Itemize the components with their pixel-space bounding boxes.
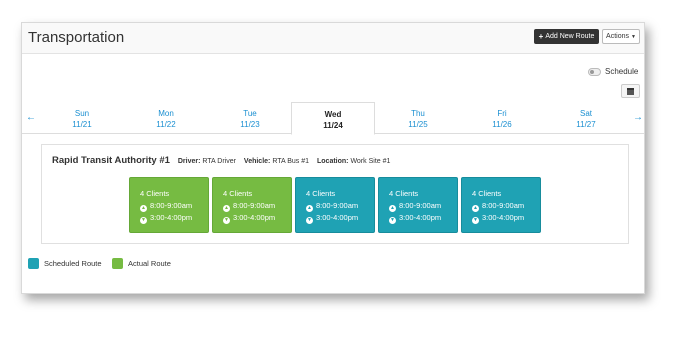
actual-legend-label: Actual Route: [128, 259, 171, 268]
day-name: Sat: [579, 109, 592, 118]
day-name: Sun: [74, 109, 90, 118]
pickup-time: ▲ 8:00-9:00am: [140, 200, 208, 212]
arrow-down-circle-icon: ▼: [140, 217, 147, 224]
arrow-right-icon[interactable]: →: [633, 112, 643, 123]
legend-scheduled: Scheduled Route: [28, 258, 102, 269]
plus-icon: +: [538, 32, 544, 41]
day-date: 11/21: [72, 120, 92, 129]
day-name: Wed: [324, 110, 342, 119]
dropoff-time: ▼ 3:00-4:00pm: [472, 212, 540, 224]
clients-count: 4 Clients: [389, 189, 419, 198]
schedule-label: Schedule: [605, 67, 639, 76]
route-panel: Rapid Transit Authority #1 Driver: RTA D…: [41, 144, 629, 244]
location-label: Location:: [317, 158, 349, 165]
day-date: 11/23: [240, 120, 260, 129]
day-tab-fri[interactable]: Fri 11/26: [460, 102, 544, 134]
actual-route-card[interactable]: 4 Clients ▲ 8:00-9:00am ▼ 3:00-4:00pm: [129, 177, 209, 233]
day-name: Tue: [243, 109, 257, 118]
page-title: Transportation: [28, 29, 125, 46]
pickup-time-value: 8:00-9:00am: [233, 201, 276, 210]
actual-swatch: [112, 258, 123, 269]
day-date: 11/26: [492, 120, 512, 129]
dropoff-time: ▼ 3:00-4:00pm: [223, 212, 291, 224]
route-header: Rapid Transit Authority #1 Driver: RTA D…: [52, 155, 396, 166]
actual-route-card[interactable]: 4 Clients ▲ 8:00-9:00am ▼ 3:00-4:00pm: [212, 177, 292, 233]
clients-count: 4 Clients: [472, 189, 502, 198]
arrow-down-circle-icon: ▼: [389, 217, 396, 224]
clients-count: 4 Clients: [223, 189, 253, 198]
arrow-up-circle-icon: ▲: [472, 205, 479, 212]
day-tab-tue[interactable]: Tue 11/23: [208, 102, 292, 134]
arrow-up-circle-icon: ▲: [140, 205, 147, 212]
day-name: Fri: [497, 109, 507, 118]
calendar-button[interactable]: [621, 84, 640, 98]
day-tab-mon[interactable]: Mon 11/22: [124, 102, 208, 134]
clients-count: 4 Clients: [306, 189, 336, 198]
pickup-time-value: 8:00-9:00am: [150, 201, 193, 210]
vehicle-value: RTA Bus #1: [272, 158, 310, 165]
pickup-time: ▲ 8:00-9:00am: [223, 200, 291, 212]
calendar-icon: [627, 87, 634, 95]
scheduled-swatch: [28, 258, 39, 269]
actions-dropdown-button[interactable]: Actions ▼: [602, 29, 640, 44]
arrow-down-circle-icon: ▼: [223, 217, 230, 224]
driver-value: RTA Driver: [202, 158, 236, 165]
clients-count: 4 Clients: [140, 189, 170, 198]
arrow-down-circle-icon: ▼: [306, 217, 313, 224]
day-date: 11/25: [408, 120, 428, 129]
pickup-time: ▲ 8:00-9:00am: [389, 200, 457, 212]
driver-label: Driver:: [177, 158, 201, 165]
add-new-route-label: Add New Route: [545, 33, 595, 40]
dropoff-time-value: 3:00-4:00pm: [150, 213, 193, 222]
scheduled-route-card[interactable]: 4 Clients ▲ 8:00-9:00am ▼ 3:00-4:00pm: [461, 177, 541, 233]
pickup-time-value: 8:00-9:00am: [399, 201, 442, 210]
actions-label: Actions: [606, 33, 629, 40]
caret-down-icon: ▼: [631, 33, 636, 40]
add-new-route-button[interactable]: + Add New Route: [534, 29, 599, 44]
arrow-left-icon[interactable]: ←: [26, 112, 36, 123]
dropoff-time-value: 3:00-4:00pm: [482, 213, 525, 222]
vehicle-label: Vehicle:: [243, 158, 271, 165]
pickup-time: ▲ 8:00-9:00am: [306, 200, 374, 212]
day-tab-wed[interactable]: Wed 11/24: [291, 102, 375, 135]
dropoff-time: ▼ 3:00-4:00pm: [389, 212, 457, 224]
dropoff-time-value: 3:00-4:00pm: [316, 213, 359, 222]
route-name: Rapid Transit Authority #1: [52, 155, 170, 166]
day-name: Thu: [411, 109, 425, 118]
arrow-down-circle-icon: ▼: [472, 217, 479, 224]
pickup-time: ▲ 8:00-9:00am: [472, 200, 540, 212]
pickup-time-value: 8:00-9:00am: [482, 201, 525, 210]
page-header: Transportation + Add New Route Actions ▼: [22, 23, 644, 54]
scheduled-route-card[interactable]: 4 Clients ▲ 8:00-9:00am ▼ 3:00-4:00pm: [378, 177, 458, 233]
dropoff-time: ▼ 3:00-4:00pm: [140, 212, 208, 224]
day-date: 11/24: [323, 121, 343, 130]
arrow-up-circle-icon: ▲: [306, 205, 313, 212]
day-tab-sun[interactable]: Sun 11/21: [40, 102, 124, 134]
arrow-up-circle-icon: ▲: [223, 205, 230, 212]
pickup-time-value: 8:00-9:00am: [316, 201, 359, 210]
schedule-toggle[interactable]: [588, 68, 601, 76]
day-date: 11/22: [156, 120, 176, 129]
arrow-up-circle-icon: ▲: [389, 205, 396, 212]
scheduled-route-card[interactable]: 4 Clients ▲ 8:00-9:00am ▼ 3:00-4:00pm: [295, 177, 375, 233]
dropoff-time-value: 3:00-4:00pm: [233, 213, 276, 222]
day-name: Mon: [158, 109, 174, 118]
week-day-tabs: ← Sun 11/21 Mon 11/22 Tue 11/23 Wed 11/24 Thu 11/…: [22, 102, 644, 135]
dropoff-time: ▼ 3:00-4:00pm: [306, 212, 374, 224]
day-date: 11/27: [576, 120, 596, 129]
day-tab-thu[interactable]: Thu 11/25: [376, 102, 460, 134]
day-tab-sat[interactable]: Sat 11/27: [544, 102, 628, 134]
transportation-window: Transportation + Add New Route Actions ▼…: [21, 22, 645, 294]
scheduled-legend-label: Scheduled Route: [44, 259, 102, 268]
dropoff-time-value: 3:00-4:00pm: [399, 213, 442, 222]
location-value: Work Site #1: [350, 158, 391, 165]
legend-actual: Actual Route: [112, 258, 171, 269]
